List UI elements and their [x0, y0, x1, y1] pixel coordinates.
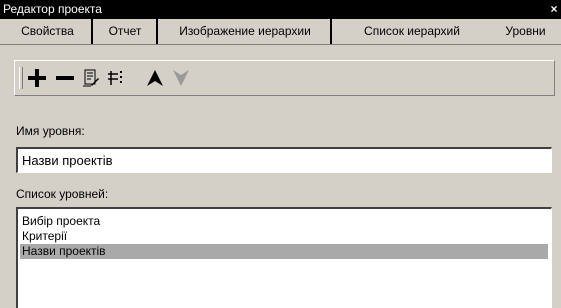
close-button[interactable]: ×	[547, 0, 561, 19]
toolbar-grip[interactable]	[19, 67, 23, 89]
title-bar[interactable]: Редактор проекта ×	[0, 0, 561, 19]
list-item[interactable]: Критерії	[20, 229, 548, 244]
edit-level-button[interactable]	[79, 65, 103, 91]
move-down-button[interactable]	[169, 65, 193, 91]
tab-report[interactable]: Отчет	[94, 19, 158, 44]
levels-list-label: Список уровней:	[16, 187, 109, 201]
tab-hierarchy-list[interactable]: Список иерархий	[336, 19, 488, 44]
tab-strip: Свойства Отчет Изображение иерархии Спис…	[0, 19, 561, 44]
level-name-label: Имя уровня:	[16, 124, 85, 138]
tab-hierarchy-image[interactable]: Изображение иерархии	[160, 19, 332, 44]
document-edit-icon	[83, 69, 99, 87]
list-item[interactable]: Вибір проекта	[20, 214, 548, 229]
add-level-button[interactable]	[25, 65, 49, 91]
remove-level-button[interactable]	[53, 65, 77, 91]
tab-properties[interactable]: Свойства	[4, 19, 93, 44]
levels-listbox[interactable]: Вибір проекта Критерії Назви проектів	[16, 207, 552, 308]
sort-icon	[108, 71, 122, 85]
level-name-input[interactable]: Назви проектів	[16, 147, 552, 173]
project-editor-window: Редактор проекта × Свойства Отчет Изобра…	[0, 0, 561, 308]
tab-levels[interactable]: Уровни	[490, 19, 561, 44]
window-title: Редактор проекта	[3, 2, 102, 16]
minus-icon	[56, 76, 74, 80]
move-up-button[interactable]	[143, 65, 167, 91]
arrow-down-icon	[173, 70, 189, 86]
list-item-selected[interactable]: Назви проектів	[20, 244, 548, 259]
sort-levels-button[interactable]	[103, 65, 127, 91]
arrow-up-icon	[147, 70, 163, 86]
plus-icon	[28, 69, 46, 87]
levels-toolbar	[14, 60, 555, 96]
panel-divider	[0, 44, 561, 45]
